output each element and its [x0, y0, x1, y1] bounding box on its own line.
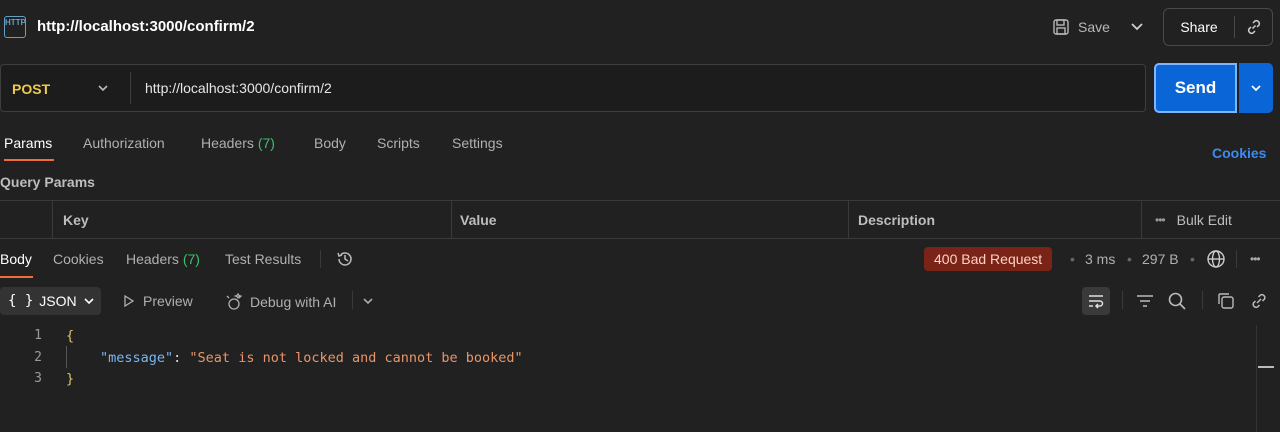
request-bar-divider [130, 72, 131, 104]
json-colon: : [173, 350, 190, 366]
format-select[interactable]: { } JSON [0, 287, 101, 315]
braces-icon: { } [8, 293, 34, 309]
separator-dot: • [1070, 251, 1075, 267]
wrap-lines-icon [1089, 295, 1104, 309]
separator-dot: • [1127, 251, 1132, 267]
tab-scripts[interactable]: Scripts [377, 135, 420, 151]
link-button[interactable] [1249, 291, 1269, 314]
tab-body[interactable]: Body [314, 135, 346, 151]
chevron-down-icon [1131, 23, 1143, 31]
response-tab-body[interactable]: Body [0, 251, 32, 267]
line-number: 1 [34, 328, 42, 343]
response-size[interactable]: 297 B [1142, 251, 1179, 267]
response-tab-headers-label: Headers [126, 251, 179, 267]
save-label: Save [1078, 19, 1110, 35]
link-icon [1247, 19, 1260, 35]
more-options-icon[interactable]: ••• [1250, 252, 1261, 266]
code-close-brace: } [66, 371, 75, 387]
status-badge[interactable]: 400 Bad Request [924, 247, 1053, 271]
column-description: Description [858, 212, 936, 228]
link-icon [1252, 293, 1266, 309]
cookies-link[interactable]: Cookies [1212, 145, 1266, 161]
send-button[interactable]: Send [1154, 63, 1237, 113]
save-options-chevron[interactable] [1128, 17, 1146, 35]
toolbar-divider [352, 291, 353, 309]
copy-icon [1218, 293, 1234, 309]
response-tab-test-results[interactable]: Test Results [225, 251, 301, 267]
search-icon [1168, 292, 1186, 310]
scrollbar-marker [1258, 366, 1274, 368]
active-tab-indicator [4, 159, 54, 161]
globe-icon [1207, 250, 1225, 268]
tab-headers[interactable]: Headers (7) [201, 135, 275, 151]
params-table-header [0, 200, 1280, 239]
column-divider [1141, 200, 1142, 239]
debug-label: Debug with AI [250, 294, 337, 310]
headers-count: (7) [257, 135, 275, 151]
query-params-heading: Query Params [0, 174, 95, 190]
network-info-button[interactable] [1206, 249, 1226, 272]
format-label: JSON [39, 293, 77, 309]
response-tab-cookies[interactable]: Cookies [53, 251, 104, 267]
debug-options-chevron[interactable] [361, 294, 375, 311]
more-options-icon: ••• [1155, 213, 1166, 227]
bulk-edit-label: Bulk Edit [1176, 212, 1232, 228]
method-select[interactable]: POST [12, 81, 50, 97]
ai-debug-icon [226, 293, 243, 310]
column-key: Key [63, 212, 89, 228]
bulk-edit-button[interactable]: ••• Bulk Edit [1155, 212, 1232, 228]
share-button[interactable]: Share [1164, 19, 1234, 35]
line-number: 3 [34, 371, 42, 386]
response-headers-count: (7) [182, 251, 200, 267]
history-button[interactable] [335, 249, 355, 272]
column-value: Value [460, 212, 497, 228]
json-key: "message" [100, 350, 174, 366]
toolbar-divider [1122, 291, 1123, 309]
filter-button[interactable] [1135, 292, 1155, 313]
code-open-brace: { [66, 328, 75, 344]
meta-divider [1236, 250, 1237, 268]
column-divider [848, 200, 849, 239]
share-group: Share [1163, 8, 1273, 46]
json-value: "Seat is not locked and cannot be booked… [189, 350, 523, 366]
response-time[interactable]: 3 ms [1085, 251, 1115, 267]
preview-label: Preview [143, 293, 193, 309]
wrap-lines-button[interactable] [1082, 287, 1110, 315]
filter-icon [1137, 295, 1153, 307]
indent-guide [66, 346, 67, 368]
tab-params[interactable]: Params [4, 135, 52, 151]
column-divider [451, 200, 452, 239]
line-number: 2 [34, 350, 42, 365]
http-request-icon: HTTP [4, 16, 26, 38]
send-options-button[interactable] [1239, 63, 1273, 113]
tab-divider [320, 250, 321, 268]
play-icon [124, 295, 135, 307]
active-tab-indicator [0, 276, 33, 278]
code-line-message: "message": "Seat is not locked and canno… [100, 350, 523, 366]
chevron-down-icon [1251, 85, 1261, 92]
toolbar-divider [1202, 291, 1203, 309]
chevron-down-icon [98, 85, 108, 92]
method-chevron[interactable] [96, 81, 110, 98]
history-icon [337, 252, 352, 266]
tab-settings[interactable]: Settings [452, 135, 503, 151]
copy-button[interactable] [1216, 291, 1236, 314]
preview-button[interactable]: Preview [123, 293, 193, 309]
response-tab-headers[interactable]: Headers (7) [126, 251, 200, 267]
scrollbar-track[interactable] [1256, 325, 1257, 432]
request-title[interactable]: http://localhost:3000/confirm/2 [37, 18, 255, 35]
save-button[interactable]: Save [1052, 14, 1122, 40]
url-input[interactable] [145, 80, 1135, 96]
tab-authorization[interactable]: Authorization [83, 135, 165, 151]
chevron-down-icon [84, 298, 94, 305]
tab-headers-label: Headers [201, 135, 254, 151]
copy-link-button[interactable] [1235, 18, 1272, 36]
save-icon [1053, 19, 1069, 35]
column-divider [52, 200, 53, 239]
chevron-down-icon [363, 298, 373, 305]
separator-dot: • [1190, 251, 1195, 267]
search-button[interactable] [1167, 291, 1187, 314]
debug-with-ai-button[interactable]: Debug with AI [224, 293, 336, 311]
